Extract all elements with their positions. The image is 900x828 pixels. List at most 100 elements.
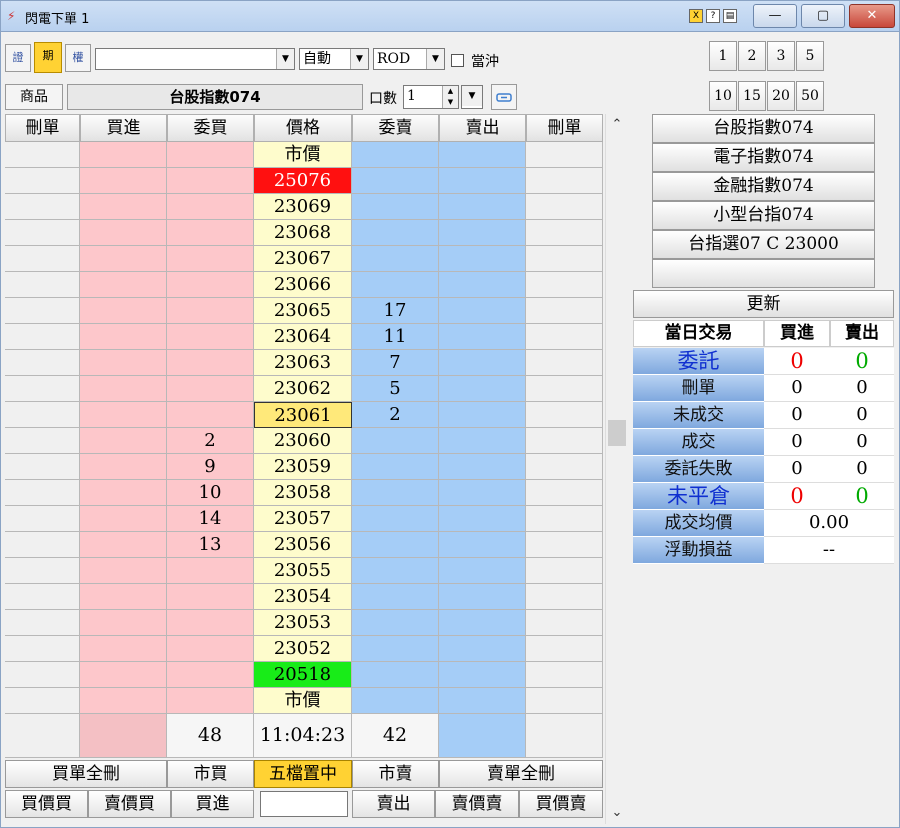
ask-qty-cell[interactable]: 5 <box>352 376 439 402</box>
bid-qty-cell[interactable]: 9 <box>167 454 254 480</box>
bid-qty-cell[interactable] <box>167 376 254 402</box>
price-cell[interactable]: 23055 <box>254 558 352 584</box>
price-cell[interactable]: 23057 <box>254 506 352 532</box>
delete-buy-cell[interactable] <box>5 558 80 584</box>
buy-cell[interactable] <box>80 142 167 168</box>
delete-sell-cell[interactable] <box>526 428 603 454</box>
price-cell[interactable]: 市價 <box>254 142 352 168</box>
ask-qty-cell[interactable] <box>352 272 439 298</box>
buy-cell[interactable] <box>80 688 167 714</box>
sell-at-ask-button[interactable]: 賣價賣 <box>435 790 519 818</box>
bid-qty-cell[interactable] <box>167 610 254 636</box>
sell-button[interactable]: 賣出 <box>352 790 435 818</box>
ask-qty-cell[interactable] <box>352 454 439 480</box>
bid-qty-cell[interactable] <box>167 272 254 298</box>
sell-cell[interactable] <box>439 558 526 584</box>
daytrade-checkbox[interactable] <box>451 54 464 67</box>
sell-cell[interactable] <box>439 298 526 324</box>
minimize-button[interactable]: — <box>753 4 797 28</box>
bid-qty-cell[interactable] <box>167 246 254 272</box>
pin-button[interactable]: X <box>689 9 703 23</box>
price-cell[interactable]: 23052 <box>254 636 352 662</box>
delete-buy-cell[interactable] <box>5 636 80 662</box>
ask-qty-cell[interactable] <box>352 246 439 272</box>
delete-buy-cell[interactable] <box>5 246 80 272</box>
delete-buy-cell[interactable] <box>5 402 80 428</box>
sell-cell[interactable] <box>439 324 526 350</box>
sell-cell[interactable] <box>439 272 526 298</box>
delete-buy-cell[interactable] <box>5 350 80 376</box>
sell-cell[interactable] <box>439 428 526 454</box>
delete-sell-cell[interactable] <box>526 662 603 688</box>
bid-qty-cell[interactable] <box>167 402 254 428</box>
product-list-item[interactable]: 台股指數074 <box>652 114 875 143</box>
buy-cell[interactable] <box>80 272 167 298</box>
delete-sell-cell[interactable] <box>526 532 603 558</box>
sell-at-bid-button[interactable]: 買價賣 <box>519 790 603 818</box>
delete-sell-cell[interactable] <box>526 246 603 272</box>
center-five-button[interactable]: 五檔置中 <box>254 760 352 788</box>
buy-cell[interactable] <box>80 402 167 428</box>
delete-buy-cell[interactable] <box>5 428 80 454</box>
ask-qty-cell[interactable] <box>352 558 439 584</box>
link-button[interactable] <box>491 84 517 110</box>
price-cell[interactable]: 23059 <box>254 454 352 480</box>
chevron-down-icon[interactable]: ▼ <box>350 49 368 69</box>
buy-cell[interactable] <box>80 324 167 350</box>
price-cell[interactable]: 25076 <box>254 168 352 194</box>
buy-cell[interactable] <box>80 246 167 272</box>
delete-buy-cell[interactable] <box>5 168 80 194</box>
qty-3-button[interactable]: 3 <box>767 41 795 71</box>
sell-cell[interactable] <box>439 532 526 558</box>
ask-qty-cell[interactable]: 11 <box>352 324 439 350</box>
delete-sell-cell[interactable] <box>526 610 603 636</box>
delete-all-buy-button[interactable]: 買單全刪 <box>5 760 167 788</box>
bid-qty-cell[interactable] <box>167 584 254 610</box>
ask-qty-cell[interactable] <box>352 610 439 636</box>
bid-qty-cell[interactable] <box>167 558 254 584</box>
delete-sell-cell[interactable] <box>526 688 603 714</box>
ask-qty-cell[interactable]: 7 <box>352 350 439 376</box>
qty-20-button[interactable]: 20 <box>767 81 795 111</box>
bid-qty-cell[interactable] <box>167 298 254 324</box>
vertical-scrollbar[interactable]: ⌃ ⌄ <box>605 114 627 824</box>
buy-cell[interactable] <box>80 532 167 558</box>
buy-cell[interactable] <box>80 350 167 376</box>
sell-cell[interactable] <box>439 480 526 506</box>
bid-qty-cell[interactable] <box>167 220 254 246</box>
product-list-item[interactable]: 台指選07 C 23000 <box>652 230 875 259</box>
mode-options-button[interactable]: 權 <box>65 44 91 72</box>
sell-cell[interactable] <box>439 584 526 610</box>
sell-cell[interactable] <box>439 662 526 688</box>
sell-cell[interactable] <box>439 168 526 194</box>
delete-buy-cell[interactable] <box>5 662 80 688</box>
delete-sell-cell[interactable] <box>526 220 603 246</box>
menu-button[interactable]: ▤ <box>723 9 737 23</box>
buy-cell[interactable] <box>80 298 167 324</box>
ask-qty-cell[interactable] <box>352 142 439 168</box>
product-combo[interactable]: ▼ <box>95 48 295 70</box>
spin-down-icon[interactable]: ▼ <box>442 97 458 108</box>
ask-qty-cell[interactable] <box>352 584 439 610</box>
refresh-button[interactable]: 更新 <box>633 290 894 318</box>
chevron-down-icon[interactable]: ▼ <box>426 49 444 69</box>
delete-buy-cell[interactable] <box>5 220 80 246</box>
price-cell[interactable]: 23069 <box>254 194 352 220</box>
delete-buy-cell[interactable] <box>5 610 80 636</box>
delete-sell-cell[interactable] <box>526 506 603 532</box>
bid-qty-cell[interactable] <box>167 688 254 714</box>
bid-qty-cell[interactable] <box>167 194 254 220</box>
bid-qty-cell[interactable]: 13 <box>167 532 254 558</box>
price-cell[interactable]: 23056 <box>254 532 352 558</box>
buy-cell[interactable] <box>80 480 167 506</box>
delete-buy-cell[interactable] <box>5 324 80 350</box>
sell-cell[interactable] <box>439 376 526 402</box>
qty-2-button[interactable]: 2 <box>738 41 766 71</box>
price-cell[interactable]: 23064 <box>254 324 352 350</box>
ask-qty-cell[interactable] <box>352 506 439 532</box>
ask-qty-cell[interactable] <box>352 662 439 688</box>
bid-qty-cell[interactable] <box>167 168 254 194</box>
market-buy-button[interactable]: 市買 <box>167 760 254 788</box>
price-cell[interactable]: 23060 <box>254 428 352 454</box>
help-button[interactable]: ? <box>706 9 720 23</box>
